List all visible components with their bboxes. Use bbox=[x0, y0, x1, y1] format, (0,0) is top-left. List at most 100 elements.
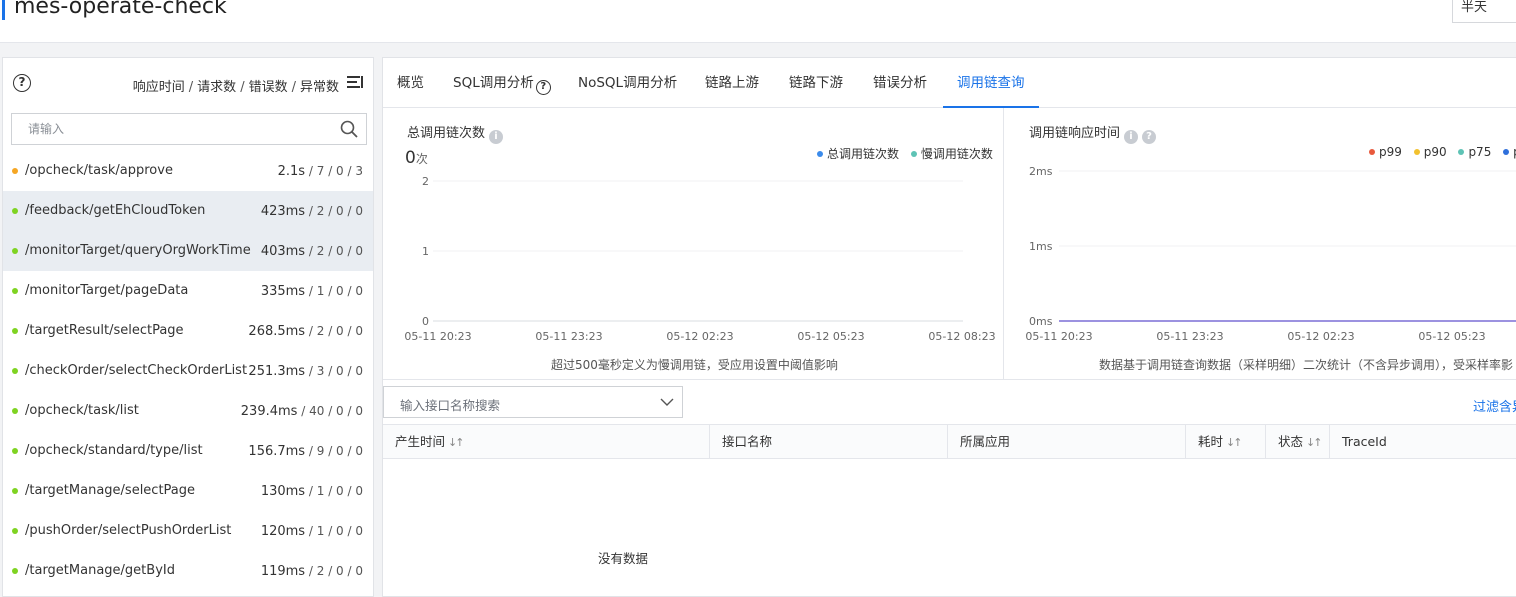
status-dot bbox=[12, 168, 18, 174]
x-tick-label: 05-12 02:23 bbox=[1287, 330, 1354, 343]
empty-table-message: 没有数据 bbox=[597, 551, 648, 566]
request-error-exception-counts: / 2 / 0 / 0 bbox=[305, 564, 363, 578]
col-duration[interactable]: 耗时 ↓↑ bbox=[1185, 425, 1265, 459]
status-dot bbox=[12, 328, 18, 334]
app-title: mes-operate-check bbox=[14, 0, 227, 19]
sort-by-requests[interactable]: 请求数 bbox=[197, 80, 236, 95]
interface-stats: 239.4ms / 40 / 0 / 0 bbox=[241, 391, 363, 432]
col-created-time[interactable]: 产生时间 ↓↑ bbox=[383, 425, 709, 459]
request-error-exception-counts: / 3 / 0 / 0 bbox=[305, 364, 363, 378]
response-time-value: 335ms bbox=[260, 284, 306, 299]
request-error-exception-counts: / 1 / 0 / 0 bbox=[305, 524, 363, 538]
list-item[interactable]: /opcheck/task/list 239.4ms / 40 / 0 / 0 bbox=[3, 391, 373, 431]
response-time-value: 239.4ms bbox=[240, 404, 298, 419]
tab-nosql-analysis[interactable]: NoSQL调用分析 bbox=[578, 58, 677, 108]
x-tick-label: 05-11 23:23 bbox=[1156, 330, 1223, 343]
interface-name: /pushOrder/selectPushOrderList bbox=[25, 523, 232, 538]
interface-list-toolbar: ? 响应时间 / 请求数 / 错误数 / 异常数 bbox=[3, 58, 373, 108]
interface-list: /opcheck/task/approve 2.1s / 7 / 0 / 3/fe… bbox=[3, 151, 373, 591]
interface-stats: 268.5ms / 2 / 0 / 0 bbox=[248, 311, 363, 352]
search-icon[interactable] bbox=[340, 120, 358, 138]
status-dot bbox=[12, 368, 18, 374]
interface-stats: 403ms / 2 / 0 / 0 bbox=[261, 231, 363, 272]
sort-icon[interactable]: ↓↑ bbox=[1306, 436, 1323, 449]
list-item[interactable]: /pushOrder/selectPushOrderList 120ms / 1 … bbox=[3, 511, 373, 551]
request-error-exception-counts: / 2 / 0 / 0 bbox=[305, 204, 363, 218]
response-time-value: 251.3ms bbox=[248, 364, 306, 379]
interface-stats: 120ms / 1 / 0 / 0 bbox=[261, 511, 363, 552]
status-dot bbox=[12, 208, 18, 214]
trace-filter-bar: 输入接口名称搜索 过滤含异 bbox=[383, 380, 1516, 424]
interface-name: /opcheck/standard/type/list bbox=[25, 443, 203, 458]
sort-icon[interactable]: ↓↑ bbox=[448, 436, 465, 449]
request-error-exception-counts: / 9 / 0 / 0 bbox=[305, 444, 363, 458]
api-name-search-placeholder: 输入接口名称搜索 bbox=[400, 398, 501, 413]
trace-table-header: 产生时间 ↓↑ 接口名称 所属应用 耗时 ↓↑ 状态 ↓↑ TraceId bbox=[383, 424, 1516, 459]
interface-name: /monitorTarget/queryOrgWorkTime bbox=[25, 243, 251, 258]
list-sort-icon[interactable] bbox=[347, 75, 363, 89]
tab-bar: 概览 SQL调用分析? NoSQL调用分析 链路上游 链路下游 错误分析 调用链… bbox=[383, 58, 1516, 108]
y-tick-label: 1ms bbox=[1029, 240, 1053, 253]
api-name-search-select[interactable]: 输入接口名称搜索 bbox=[383, 386, 683, 418]
list-item[interactable]: /opcheck/standard/type/list 156.7ms / 9 /… bbox=[3, 431, 373, 471]
response-time-value: 268.5ms bbox=[248, 324, 306, 339]
tab-trace-query[interactable]: 调用链查询 bbox=[943, 58, 1039, 108]
tab-overview[interactable]: 概览 bbox=[397, 58, 424, 108]
status-dot bbox=[12, 408, 18, 414]
interface-name: /feedback/getEhCloudToken bbox=[25, 203, 206, 218]
y-tick-label: 0ms bbox=[1029, 315, 1053, 328]
col-traceid: TraceId bbox=[1329, 425, 1516, 459]
request-error-exception-counts: / 1 / 0 / 0 bbox=[305, 484, 363, 498]
response-time-value: 423ms bbox=[260, 204, 306, 219]
help-icon[interactable]: ? bbox=[13, 74, 31, 92]
interface-name: /checkOrder/selectCheckOrderList bbox=[25, 363, 248, 378]
status-dot bbox=[12, 288, 18, 294]
list-item[interactable]: /opcheck/task/approve 2.1s / 7 / 0 / 3 bbox=[3, 151, 373, 191]
request-error-exception-counts: / 7 / 0 / 3 bbox=[305, 164, 363, 178]
status-dot bbox=[12, 528, 18, 534]
chevron-down-icon bbox=[660, 398, 674, 406]
page-header: mes-operate-check 半天 bbox=[0, 0, 1516, 43]
list-item[interactable]: /targetManage/getById 119ms / 2 / 0 / 0 bbox=[3, 551, 373, 591]
list-item[interactable]: /monitorTarget/pageData 335ms / 1 / 0 / 0 bbox=[3, 271, 373, 311]
col-application: 所属应用 bbox=[947, 425, 1185, 459]
detail-panel: 概览 SQL调用分析? NoSQL调用分析 链路上游 链路下游 错误分析 调用链… bbox=[382, 57, 1516, 597]
sort-by-exceptions[interactable]: 异常数 bbox=[300, 80, 339, 95]
tab-upstream[interactable]: 链路上游 bbox=[705, 58, 759, 108]
tab-downstream[interactable]: 链路下游 bbox=[789, 58, 843, 108]
response-time-value: 119ms bbox=[260, 564, 306, 579]
sort-options: 响应时间 / 请求数 / 错误数 / 异常数 bbox=[132, 80, 339, 95]
status-dot bbox=[12, 448, 18, 454]
time-range-select[interactable]: 半天 bbox=[1452, 0, 1516, 23]
x-tick-label: 05-12 05:23 bbox=[1418, 330, 1485, 343]
response-time-value: 2.1s bbox=[277, 164, 306, 179]
status-dot bbox=[12, 488, 18, 494]
interface-stats: 156.7ms / 9 / 0 / 0 bbox=[248, 431, 363, 472]
tab-sql-analysis[interactable]: SQL调用分析? bbox=[453, 58, 551, 108]
interface-stats: 2.1s / 7 / 0 / 3 bbox=[278, 151, 363, 192]
sort-by-errors[interactable]: 错误数 bbox=[249, 80, 288, 95]
response-time-value: 120ms bbox=[260, 524, 306, 539]
title-accent-bar bbox=[2, 0, 5, 20]
list-item[interactable]: /feedback/getEhCloudToken 423ms / 2 / 0 /… bbox=[3, 191, 373, 231]
interface-stats: 251.3ms / 3 / 0 / 0 bbox=[248, 351, 363, 392]
interface-stats: 130ms / 1 / 0 / 0 bbox=[261, 471, 363, 512]
status-dot bbox=[12, 568, 18, 574]
interface-stats: 335ms / 1 / 0 / 0 bbox=[261, 271, 363, 312]
list-item[interactable]: /targetResult/selectPage 268.5ms / 2 / 0 … bbox=[3, 311, 373, 351]
list-item[interactable]: /checkOrder/selectCheckOrderList 251.3ms … bbox=[3, 351, 373, 391]
tab-error-analysis[interactable]: 错误分析 bbox=[873, 58, 927, 108]
request-error-exception-counts: / 2 / 0 / 0 bbox=[305, 244, 363, 258]
sort-by-response-time[interactable]: 响应时间 bbox=[133, 80, 185, 95]
interface-search-box bbox=[11, 113, 367, 145]
interface-stats: 119ms / 2 / 0 / 0 bbox=[261, 551, 363, 592]
list-item[interactable]: /targetManage/selectPage 130ms / 1 / 0 / … bbox=[3, 471, 373, 511]
sort-icon[interactable]: ↓↑ bbox=[1226, 436, 1243, 449]
help-icon: ? bbox=[535, 80, 551, 95]
interface-name: /targetManage/getById bbox=[25, 563, 175, 578]
interface-search-input[interactable] bbox=[12, 114, 312, 144]
list-item[interactable]: /monitorTarget/queryOrgWorkTime 403ms / 2… bbox=[3, 231, 373, 271]
filter-exception-link[interactable]: 过滤含异 bbox=[1473, 396, 1516, 415]
interface-name: /opcheck/task/approve bbox=[25, 163, 173, 178]
col-status[interactable]: 状态 ↓↑ bbox=[1265, 425, 1329, 459]
